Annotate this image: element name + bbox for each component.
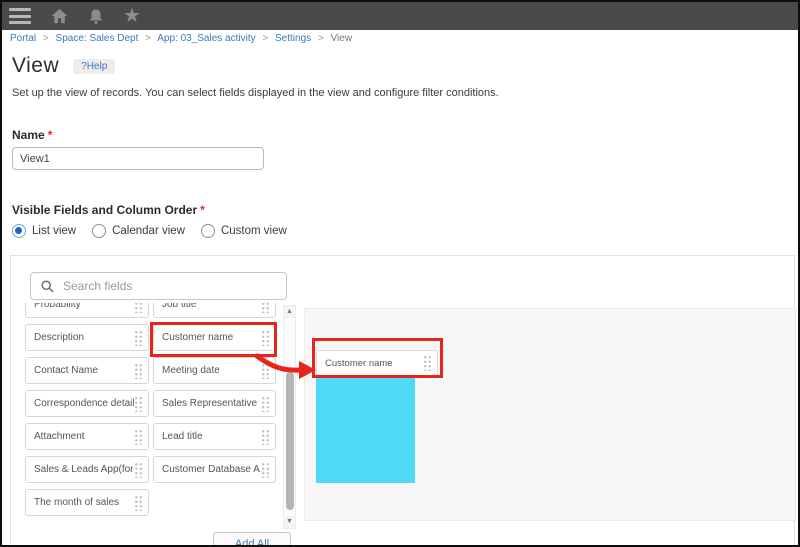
- field-item-description[interactable]: Description: [25, 324, 149, 351]
- drag-handle-icon[interactable]: [423, 355, 432, 371]
- drag-handle-icon[interactable]: [134, 462, 143, 478]
- scroll-up-icon[interactable]: ▲: [284, 306, 295, 318]
- field-item-meeting-date[interactable]: Meeting date: [153, 357, 276, 384]
- view-name-input[interactable]: [12, 147, 264, 170]
- bell-icon[interactable]: [85, 5, 107, 27]
- dropped-field-customer-name[interactable]: Customer name: [316, 350, 438, 376]
- radio-button-icon[interactable]: [201, 224, 215, 238]
- radio-calendar-view[interactable]: Calendar view: [92, 224, 185, 238]
- field-item-probability[interactable]: Probability: [25, 303, 149, 318]
- scrollbar-thumb[interactable]: [286, 372, 294, 510]
- topbar: ★: [2, 2, 798, 30]
- drag-handle-icon[interactable]: [134, 330, 143, 346]
- field-item-lead-title[interactable]: Lead title: [153, 423, 276, 450]
- drag-handle-icon[interactable]: [261, 396, 270, 412]
- field-item-attachment[interactable]: Attachment: [25, 423, 149, 450]
- help-link[interactable]: ?Help: [73, 59, 115, 74]
- field-item-job-title[interactable]: Job title: [153, 303, 276, 318]
- visible-fields-label: Visible Fields and Column Order*: [12, 203, 205, 217]
- search-icon: [40, 279, 55, 294]
- required-asterisk: *: [48, 128, 53, 142]
- drag-handle-icon[interactable]: [261, 363, 270, 379]
- add-all-button[interactable]: Add All: [213, 532, 291, 547]
- star-icon[interactable]: ★: [121, 5, 143, 27]
- radio-button-icon[interactable]: [92, 224, 106, 238]
- breadcrumb-current: View: [331, 33, 353, 44]
- breadcrumb: Portal > Space: Sales Dept > App: 03_Sal…: [10, 33, 352, 44]
- menu-icon[interactable]: [9, 8, 31, 24]
- search-fields-input[interactable]: [63, 279, 286, 293]
- drag-handle-icon[interactable]: [134, 396, 143, 412]
- breadcrumb-portal[interactable]: Portal: [10, 33, 36, 44]
- drag-handle-icon[interactable]: [134, 363, 143, 379]
- required-asterisk: *: [200, 203, 205, 217]
- page-description: Set up the view of records. You can sele…: [12, 87, 499, 99]
- field-item-contact-name[interactable]: Contact Name: [25, 357, 149, 384]
- breadcrumb-settings[interactable]: Settings: [275, 33, 311, 44]
- radio-custom-view[interactable]: Custom view: [201, 224, 287, 238]
- drag-handle-icon[interactable]: [134, 495, 143, 511]
- field-list-scrollbar[interactable]: ▲ ▼: [283, 305, 296, 529]
- drag-handle-icon[interactable]: [134, 429, 143, 445]
- drag-handle-icon[interactable]: [261, 303, 270, 313]
- radio-button-icon[interactable]: [12, 224, 26, 238]
- radio-list-view[interactable]: List view: [12, 224, 76, 238]
- field-item-sales-representative[interactable]: Sales Representative: [153, 390, 276, 417]
- drag-handle-icon[interactable]: [134, 303, 143, 313]
- drag-handle-icon[interactable]: [261, 429, 270, 445]
- drag-handle-icon[interactable]: [261, 330, 270, 346]
- drop-placeholder: [316, 378, 415, 483]
- breadcrumb-app[interactable]: App: 03_Sales activity: [157, 33, 255, 44]
- field-picker-panel: Probability Description Contact Name Cor…: [10, 255, 795, 547]
- name-label: Name*: [12, 128, 52, 142]
- view-settings-page: ★ Portal > Space: Sales Dept > App: 03_S…: [0, 0, 800, 547]
- available-fields-list: Probability Description Contact Name Cor…: [25, 303, 285, 547]
- view-type-options: List view Calendar view Custom view: [12, 224, 303, 238]
- field-item-customer-database[interactable]: Customer Database A...: [153, 456, 276, 483]
- field-item-correspondence-details[interactable]: Correspondence details: [25, 390, 149, 417]
- drag-handle-icon[interactable]: [261, 462, 270, 478]
- search-fields-box[interactable]: [30, 272, 287, 300]
- page-title: View: [12, 54, 59, 78]
- field-item-month-of-sales[interactable]: The month of sales: [25, 489, 149, 516]
- field-item-sales-leads-app[interactable]: Sales & Leads App(for...: [25, 456, 149, 483]
- home-icon[interactable]: [48, 5, 70, 27]
- scroll-down-icon[interactable]: ▼: [284, 516, 295, 528]
- breadcrumb-space[interactable]: Space: Sales Dept: [56, 33, 139, 44]
- field-item-customer-name[interactable]: Customer name: [153, 324, 276, 351]
